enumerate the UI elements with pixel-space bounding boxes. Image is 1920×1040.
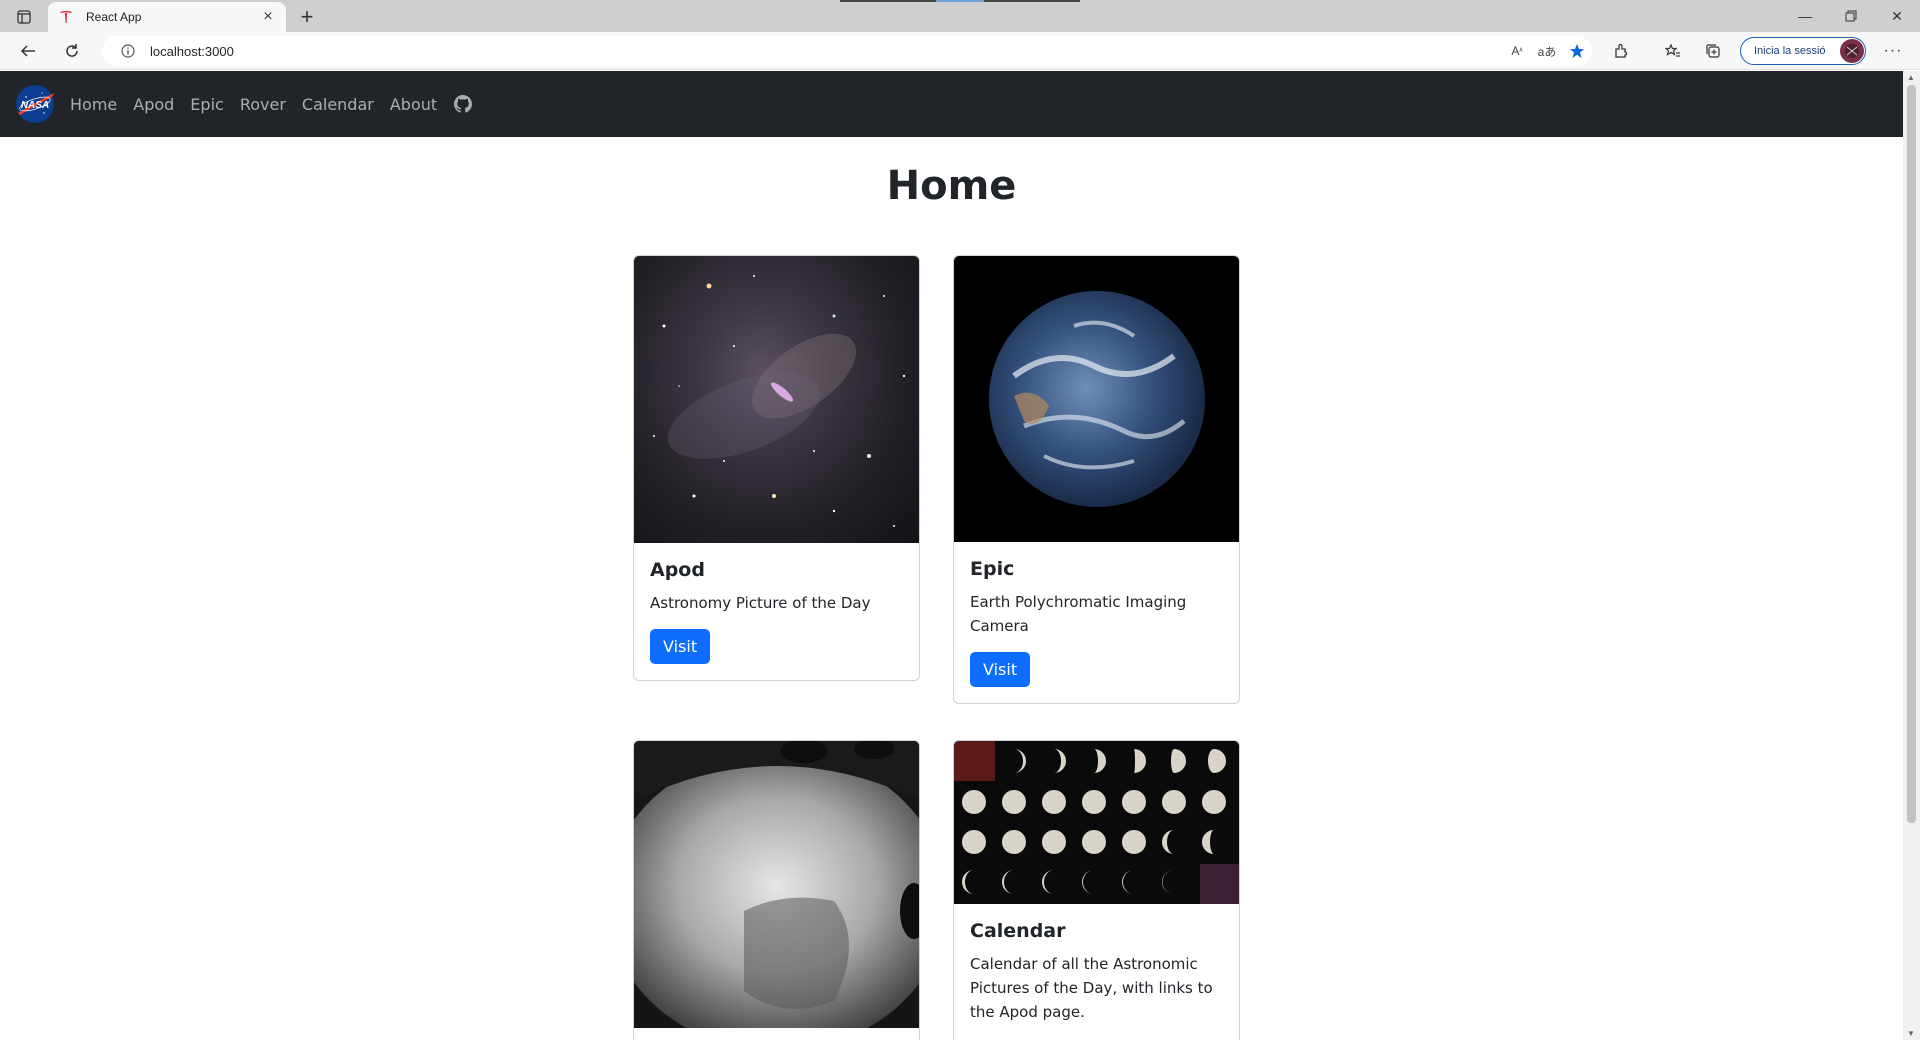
refresh-icon[interactable] — [58, 37, 86, 65]
browser-toolbar: localhost:3000 Aᴬ aあ Inicia la sessió ··… — [0, 32, 1920, 70]
page-scrollbar[interactable]: ▲ ▼ — [1903, 71, 1920, 1040]
tab-title: React App — [86, 10, 142, 24]
read-aloud-icon[interactable]: Aᴬ — [1502, 37, 1532, 65]
close-window-icon[interactable]: ✕ — [1874, 0, 1920, 32]
tesla-favicon-icon — [58, 9, 74, 25]
signin-label: Inicia la sessió — [1754, 45, 1826, 57]
restore-icon[interactable] — [1828, 0, 1874, 32]
nav-link-apod[interactable]: Apod — [133, 95, 174, 114]
back-arrow-icon[interactable] — [14, 37, 42, 65]
nasa-logo[interactable]: NASA — [14, 83, 56, 125]
nav-link-about[interactable]: About — [390, 95, 437, 114]
site-info-icon[interactable] — [114, 37, 142, 65]
page-title: Home — [886, 163, 1017, 209]
collections-icon[interactable] — [1698, 37, 1728, 65]
more-options-icon[interactable]: ··· — [1878, 37, 1908, 65]
card-body: Epic Earth Polychromatic Imaging Camera … — [954, 542, 1239, 703]
card-epic: Epic Earth Polychromatic Imaging Camera … — [953, 255, 1240, 704]
card-calendar: Calendar Calendar of all the Astronomic … — [953, 740, 1240, 1040]
scroll-down-arrow-icon[interactable]: ▼ — [1907, 1029, 1915, 1038]
window-controls: — ✕ — [1782, 0, 1920, 32]
card-title: Calendar — [970, 920, 1066, 942]
site-navbar: NASA Home Apod Epic Rover Calendar About — [0, 71, 1903, 137]
card-text: Calendar of all the Astronomic Pictures … — [970, 955, 1213, 1021]
visit-apod-button[interactable]: Visit — [650, 629, 711, 664]
browser-tabstrip: React App × + — ✕ — [0, 0, 1920, 32]
profile-avatar-icon — [1840, 39, 1864, 63]
card-body: Calendar Calendar of all the Astronomic … — [954, 904, 1239, 1040]
tab-close-icon[interactable]: × — [260, 8, 276, 25]
rover-image — [634, 741, 919, 1028]
nav-link-epic[interactable]: Epic — [190, 95, 224, 114]
new-tab-button[interactable]: + — [296, 6, 318, 28]
nav-links: Home Apod Epic Rover Calendar About — [70, 94, 473, 114]
card-title: Apod — [650, 559, 705, 581]
tab-actions-icon[interactable] — [10, 6, 38, 28]
favorites-icon[interactable] — [1658, 37, 1688, 65]
nav-link-home[interactable]: Home — [70, 95, 117, 114]
card-body: Apod Astronomy Picture of the Day Visit — [634, 543, 919, 680]
card-text: Astronomy Picture of the Day — [650, 594, 871, 612]
epic-earth-image — [954, 256, 1239, 542]
favorite-star-icon[interactable] — [1562, 37, 1592, 65]
calendar-moon-phases-image — [954, 741, 1239, 904]
card-rover — [633, 740, 920, 1040]
scroll-up-arrow-icon[interactable]: ▲ — [1907, 73, 1915, 82]
drag-indicator-highlight — [936, 0, 984, 2]
nav-link-rover[interactable]: Rover — [240, 95, 286, 114]
url-text[interactable]: localhost:3000 — [150, 44, 1502, 59]
page-viewport: NASA Home Apod Epic Rover Calendar About… — [0, 71, 1920, 1040]
signin-button[interactable]: Inicia la sessió — [1740, 37, 1866, 65]
scroll-thumb[interactable] — [1907, 85, 1916, 823]
card-text: Earth Polychromatic Imaging Camera — [970, 593, 1187, 635]
nav-link-calendar[interactable]: Calendar — [302, 95, 374, 114]
github-icon[interactable] — [453, 94, 473, 114]
card-apod: Apod Astronomy Picture of the Day Visit — [633, 255, 920, 681]
card-title: Epic — [970, 558, 1015, 580]
translate-icon[interactable]: aあ — [1532, 37, 1562, 65]
browser-tab[interactable]: React App × — [48, 2, 286, 32]
extensions-icon[interactable] — [1606, 37, 1636, 65]
address-bar[interactable]: localhost:3000 Aᴬ aあ — [102, 36, 1592, 66]
visit-epic-button[interactable]: Visit — [970, 652, 1031, 687]
apod-image — [634, 256, 919, 543]
minimize-icon[interactable]: — — [1782, 0, 1828, 32]
